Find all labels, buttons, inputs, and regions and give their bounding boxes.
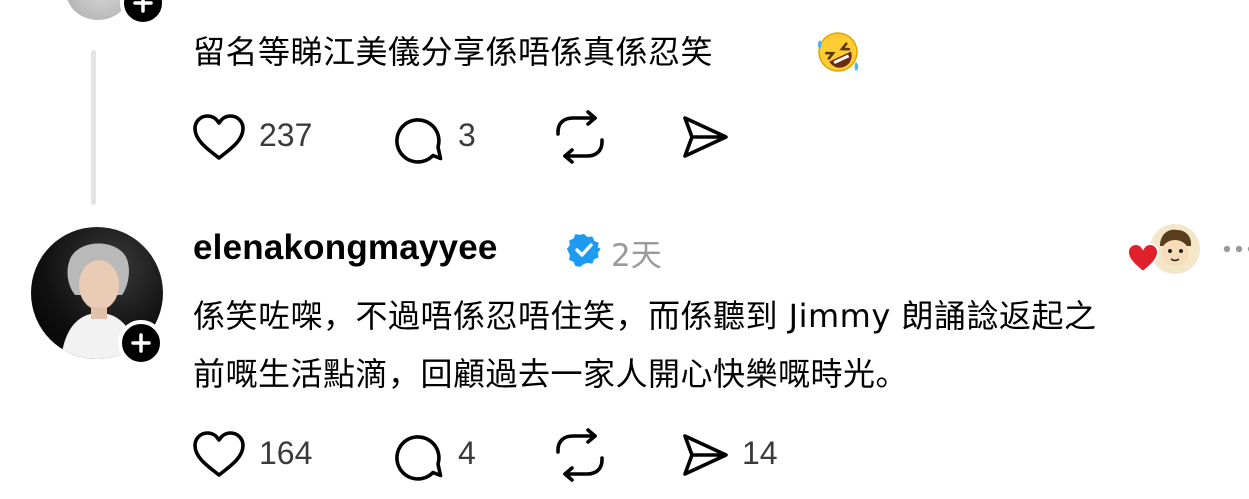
heart-reaction-icon [1126,242,1160,274]
repost-icon[interactable] [552,428,608,482]
post-text-line1: 係笑咗㗎，不過唔係忍唔住笑，而係聽到 Jimmy 朗誦諗返起之 [193,297,1097,335]
post-text-line2: 前嘅生活點滴，回顧過去一家人開心快樂嘅時光。 [193,355,909,393]
follow-plus-button[interactable] [120,0,166,26]
more-options-icon[interactable] [1222,240,1249,253]
like-heart-icon[interactable] [192,113,246,163]
comment-count: 3 [458,117,476,153]
share-send-icon[interactable] [680,430,730,480]
like-count: 164 [259,435,313,471]
comment-bubble-icon[interactable] [393,429,447,481]
thread-line [91,50,96,205]
username[interactable]: elenakongmayyee [193,228,498,268]
post-text: 留名等睇江美儀分享係唔係真係忍笑 [193,33,714,71]
share-count: 14 [742,435,778,471]
like-count: 237 [259,117,313,153]
comment-count: 4 [458,435,476,471]
comment-bubble-icon[interactable] [393,112,447,164]
like-heart-icon[interactable] [192,430,246,480]
verified-badge-icon [566,232,602,268]
rofl-emoji-icon [816,30,860,74]
share-send-icon[interactable] [680,112,730,162]
follow-plus-button[interactable] [118,320,164,366]
post-time: 2天 [611,238,662,274]
repost-icon[interactable] [552,110,608,164]
